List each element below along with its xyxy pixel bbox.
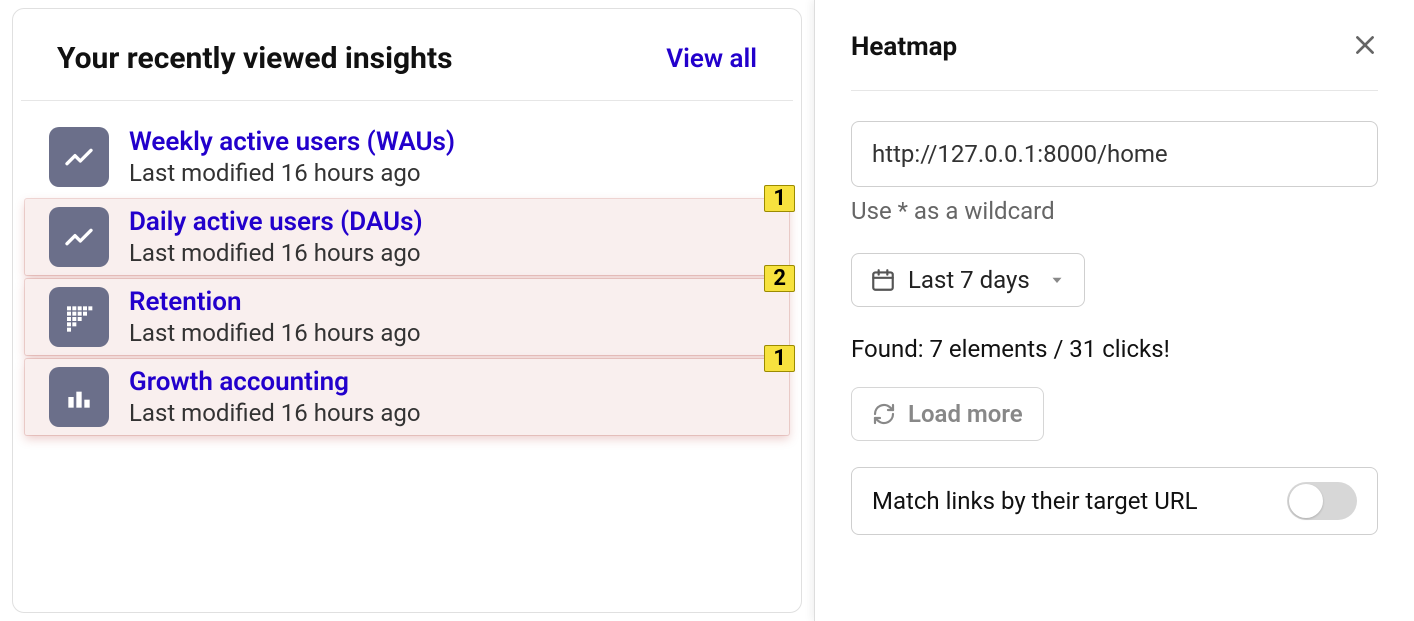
close-icon[interactable]	[1352, 32, 1378, 62]
date-range-picker[interactable]: Last 7 days	[851, 253, 1085, 307]
insight-subtitle: Last modified 16 hours ago	[129, 399, 421, 427]
bar-chart-icon	[49, 367, 109, 427]
insight-subtitle: Last modified 16 hours ago	[129, 239, 423, 267]
card-header: Your recently viewed insights View all	[21, 41, 793, 101]
view-all-link[interactable]: View all	[666, 44, 757, 74]
recent-insights-card: Your recently viewed insights View all W…	[12, 8, 802, 613]
line-chart-icon	[49, 207, 109, 267]
insight-text: Weekly active users (WAUs) Last modified…	[129, 127, 455, 187]
found-summary: Found: 7 elements / 31 clicks!	[851, 335, 1378, 363]
insight-item[interactable]: 2 Retention Last modified 16 hours ago	[25, 279, 789, 355]
panel-header: Heatmap	[851, 32, 1378, 91]
load-more-button[interactable]: Load more	[851, 387, 1044, 441]
insight-text: Retention Last modified 16 hours ago	[129, 287, 421, 347]
insight-text: Growth accounting Last modified 16 hours…	[129, 367, 421, 427]
insight-subtitle: Last modified 16 hours ago	[129, 159, 455, 187]
toggle-knob	[1289, 484, 1323, 518]
insight-subtitle: Last modified 16 hours ago	[129, 319, 421, 347]
insight-title[interactable]: Weekly active users (WAUs)	[129, 127, 455, 157]
calendar-icon	[870, 267, 896, 293]
insight-item[interactable]: 1 Daily active users (DAUs) Last modifie…	[25, 199, 789, 275]
insights-list: Weekly active users (WAUs) Last modified…	[13, 101, 801, 435]
retention-icon	[49, 287, 109, 347]
match-links-label: Match links by their target URL	[872, 484, 1198, 519]
insight-item[interactable]: Weekly active users (WAUs) Last modified…	[13, 119, 801, 195]
refresh-icon	[872, 402, 896, 426]
chevron-down-icon	[1048, 271, 1066, 289]
insight-title[interactable]: Daily active users (DAUs)	[129, 207, 423, 237]
match-links-toggle[interactable]	[1287, 482, 1357, 520]
wildcard-hint: Use * as a wildcard	[851, 197, 1378, 225]
line-chart-icon	[49, 127, 109, 187]
match-links-row: Match links by their target URL	[851, 467, 1378, 535]
card-title: Your recently viewed insights	[57, 41, 453, 76]
panel-title: Heatmap	[851, 32, 957, 62]
heat-count-badge: 1	[764, 345, 795, 372]
insight-title[interactable]: Retention	[129, 287, 421, 317]
load-more-label: Load more	[908, 400, 1023, 428]
insight-text: Daily active users (DAUs) Last modified …	[129, 207, 423, 267]
heatmap-panel: Heatmap Use * as a wildcard Last 7 days …	[814, 0, 1414, 621]
insight-title[interactable]: Growth accounting	[129, 367, 421, 397]
date-range-label: Last 7 days	[908, 266, 1030, 294]
heat-count-badge: 2	[764, 265, 795, 292]
url-input[interactable]	[851, 121, 1378, 187]
heat-count-badge: 1	[764, 185, 795, 212]
insight-item[interactable]: 1 Growth accounting Last modified 16 hou…	[25, 359, 789, 435]
